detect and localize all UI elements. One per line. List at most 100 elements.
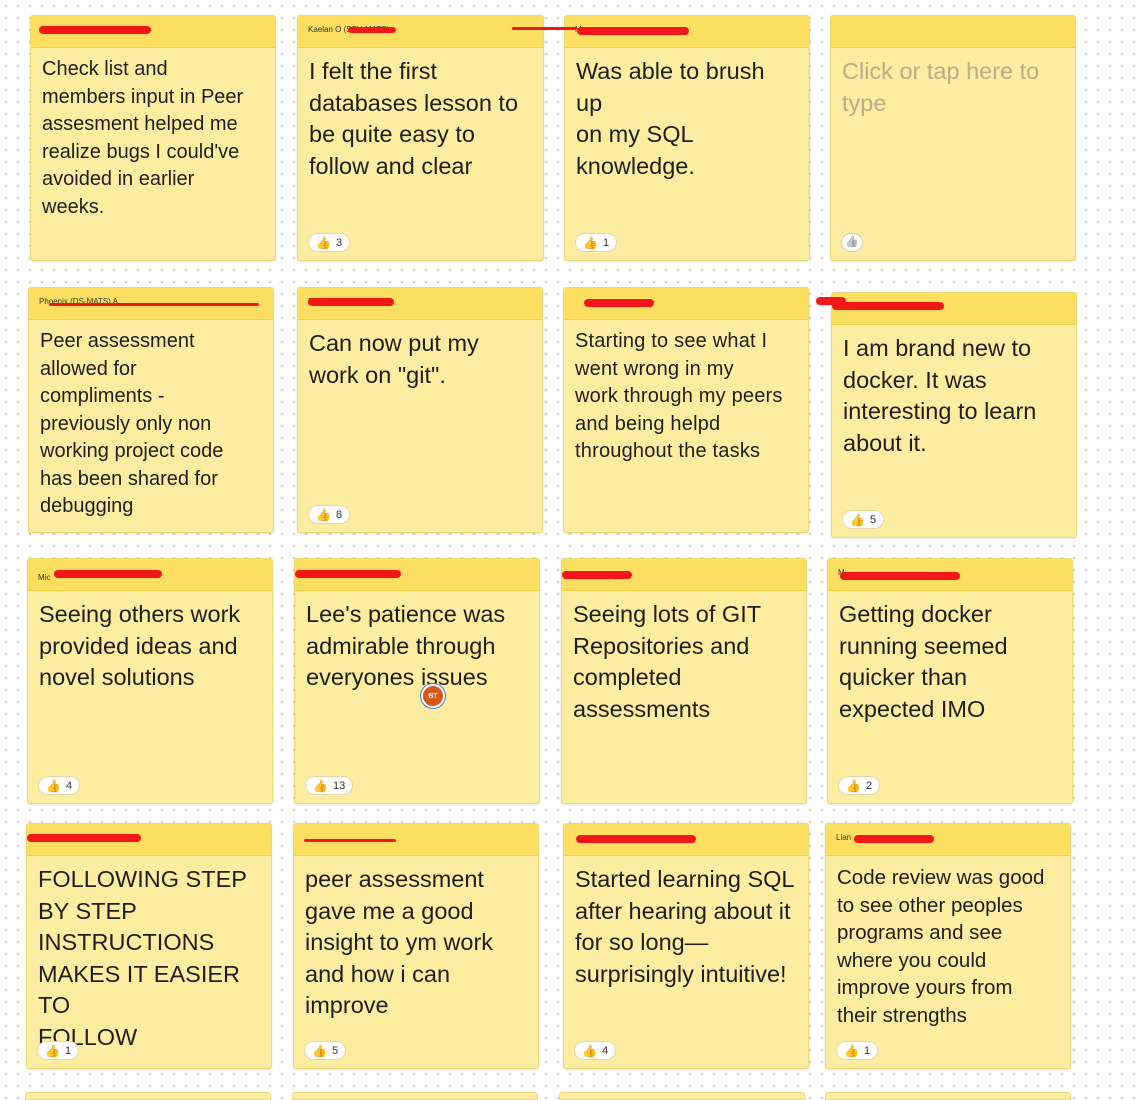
note-text[interactable]: Seeing lots of GIT Repositories and comp… [573,599,794,725]
note-text[interactable]: Code review was good to see other people… [837,864,1058,1029]
note-header: D [298,288,542,320]
redaction-mark [576,835,696,843]
note-text[interactable]: Started learning SQL after hearing about… [575,864,796,990]
sticky-note[interactable]: M Check list and members input in Peer a… [30,15,276,261]
redaction-mark [308,298,394,306]
sticky-note[interactable]: Lian Code review was good to see other p… [825,823,1071,1069]
redaction-mark [840,572,960,580]
note-header [294,824,538,856]
note-text[interactable]: Starting to see what I went wrong in my … [575,328,796,466]
note-placeholder[interactable]: Click or tap here to type [842,56,1063,119]
like-button[interactable]: 👍 1 [37,1041,80,1060]
like-count: 1 [863,1044,871,1057]
like-button[interactable]: 👍 5 [304,1041,347,1060]
sticky-note[interactable]: M Was able to brush up on my SQL knowled… [564,15,810,261]
like-count: 5 [331,1044,339,1057]
thumbs-up-icon: 👍 [46,778,61,793]
thumbs-up-icon: 👍 [850,512,865,527]
sticky-note[interactable]: M Getting docker running seemed quicker … [827,558,1073,804]
sticky-note[interactable]: peer assessment gave me a good insight t… [293,823,539,1069]
note-text[interactable]: Can now put my work on "git". [309,328,530,391]
sticky-note-partial[interactable] [292,1092,538,1100]
redaction-mark [348,27,396,33]
sticky-note-partial[interactable] [559,1092,805,1100]
thumbs-up-icon: 👍 [45,1043,60,1058]
note-author: Lian [836,833,852,842]
note-header [831,16,1075,48]
redaction-mark [854,835,934,843]
note-header: Lian [826,824,1070,856]
note-text[interactable]: FOLLOWING STEP BY STEP INSTRUCTIONS MAKE… [38,864,259,1053]
sticky-note[interactable]: D Can now put my work on "git". 👍8 [297,287,543,533]
like-count: 4 [601,1044,609,1057]
like-button[interactable]: 👍 2 [838,776,881,795]
note-text[interactable]: Getting docker running seemed quicker th… [839,599,1060,725]
like-button[interactable]: 👍 8 [308,505,351,524]
note-text[interactable]: I am brand new to docker. It was interes… [843,333,1064,459]
sticky-note[interactable]: Lee's patience was admirable through eve… [294,558,540,804]
note-header [564,288,808,320]
sticky-note-partial[interactable] [825,1092,1071,1100]
like-count: 2 [865,779,873,792]
redaction-mark [49,303,259,306]
thumbs-up-icon: 👍 [844,1043,859,1058]
sticky-note[interactable]: Mic Seeing others work provided ideas an… [27,558,273,804]
note-text[interactable]: Peer assessment allowed for compliments … [40,328,261,521]
like-count: 4 [65,779,73,792]
note-text[interactable]: Lee's patience was admirable through eve… [306,599,527,694]
like-count: 5 [869,513,877,526]
redaction-mark [304,839,396,842]
redaction-mark [39,26,151,34]
sticky-note[interactable]: Click or tap here to type 👍 [830,15,1076,261]
redaction-mark [816,297,846,305]
note-header [27,824,271,856]
redaction-mark [832,302,944,310]
sticky-note[interactable]: norpe Seeing lots of GIT Repositories an… [561,558,807,804]
like-button[interactable]: 👍 4 [574,1041,617,1060]
thumbs-up-icon: 👍 [846,778,861,793]
like-count: 13 [332,779,346,792]
sticky-note[interactable]: Kaelan O (STU-MATS) I felt the first dat… [297,15,544,261]
like-button[interactable]: 👍 1 [575,233,618,252]
redaction-mark [577,27,689,35]
sticky-note[interactable]: Phoenix (DS-MATS) A Peer assessment allo… [28,287,274,533]
note-text[interactable]: I felt the first databases lesson to be … [309,56,531,182]
like-count: 8 [335,508,343,521]
note-header: Phoenix (DS-MATS) A [29,288,273,320]
note-header: M [828,559,1072,591]
like-button[interactable]: 👍 5 [842,510,885,529]
sticky-note-partial[interactable] [25,1092,271,1100]
redaction-mark [27,834,141,842]
redaction-mark [584,299,654,307]
note-header: Mic [28,559,272,591]
sticky-note[interactable]: Starting to see what I went wrong in my … [563,287,809,533]
sticky-note[interactable]: I am brand new to docker. It was interes… [831,292,1077,538]
collaborator-cursor: BT [421,684,447,710]
note-text[interactable]: Seeing others work provided ideas and no… [39,599,260,694]
like-button[interactable]: 👍 13 [305,776,354,795]
redaction-mark [512,27,577,30]
note-text[interactable]: Was able to brush up on my SQL knowledge… [576,56,797,182]
thumbs-up-icon: 👍 [316,507,331,522]
note-header: M [565,16,809,48]
note-header [832,293,1076,325]
note-header [295,559,539,591]
note-header: Kaelan O (STU-MATS) [298,16,543,48]
collaborator-avatar: BT [421,684,445,708]
redaction-mark [562,571,632,579]
like-button[interactable]: 👍 1 [836,1041,879,1060]
like-button[interactable]: 👍 4 [38,776,81,795]
note-text[interactable]: peer assessment gave me a good insight t… [305,864,526,1022]
like-button[interactable]: 👍 [841,233,863,252]
note-author: Mic [38,573,51,582]
like-count: 1 [64,1044,72,1057]
note-text[interactable]: Check list and members input in Peer ass… [42,56,263,221]
thumbs-up-icon: 👍 [316,235,331,250]
thumbs-up-icon: 👍 [313,778,328,793]
redaction-mark [295,570,401,578]
sticky-note[interactable]: Started learning SQL after hearing about… [563,823,809,1069]
thumbs-up-icon: 👍 [582,1043,597,1058]
sticky-note[interactable]: FOLLOWING STEP BY STEP INSTRUCTIONS MAKE… [26,823,272,1069]
like-button[interactable]: 👍 3 [308,233,351,252]
like-count: 1 [602,236,610,249]
